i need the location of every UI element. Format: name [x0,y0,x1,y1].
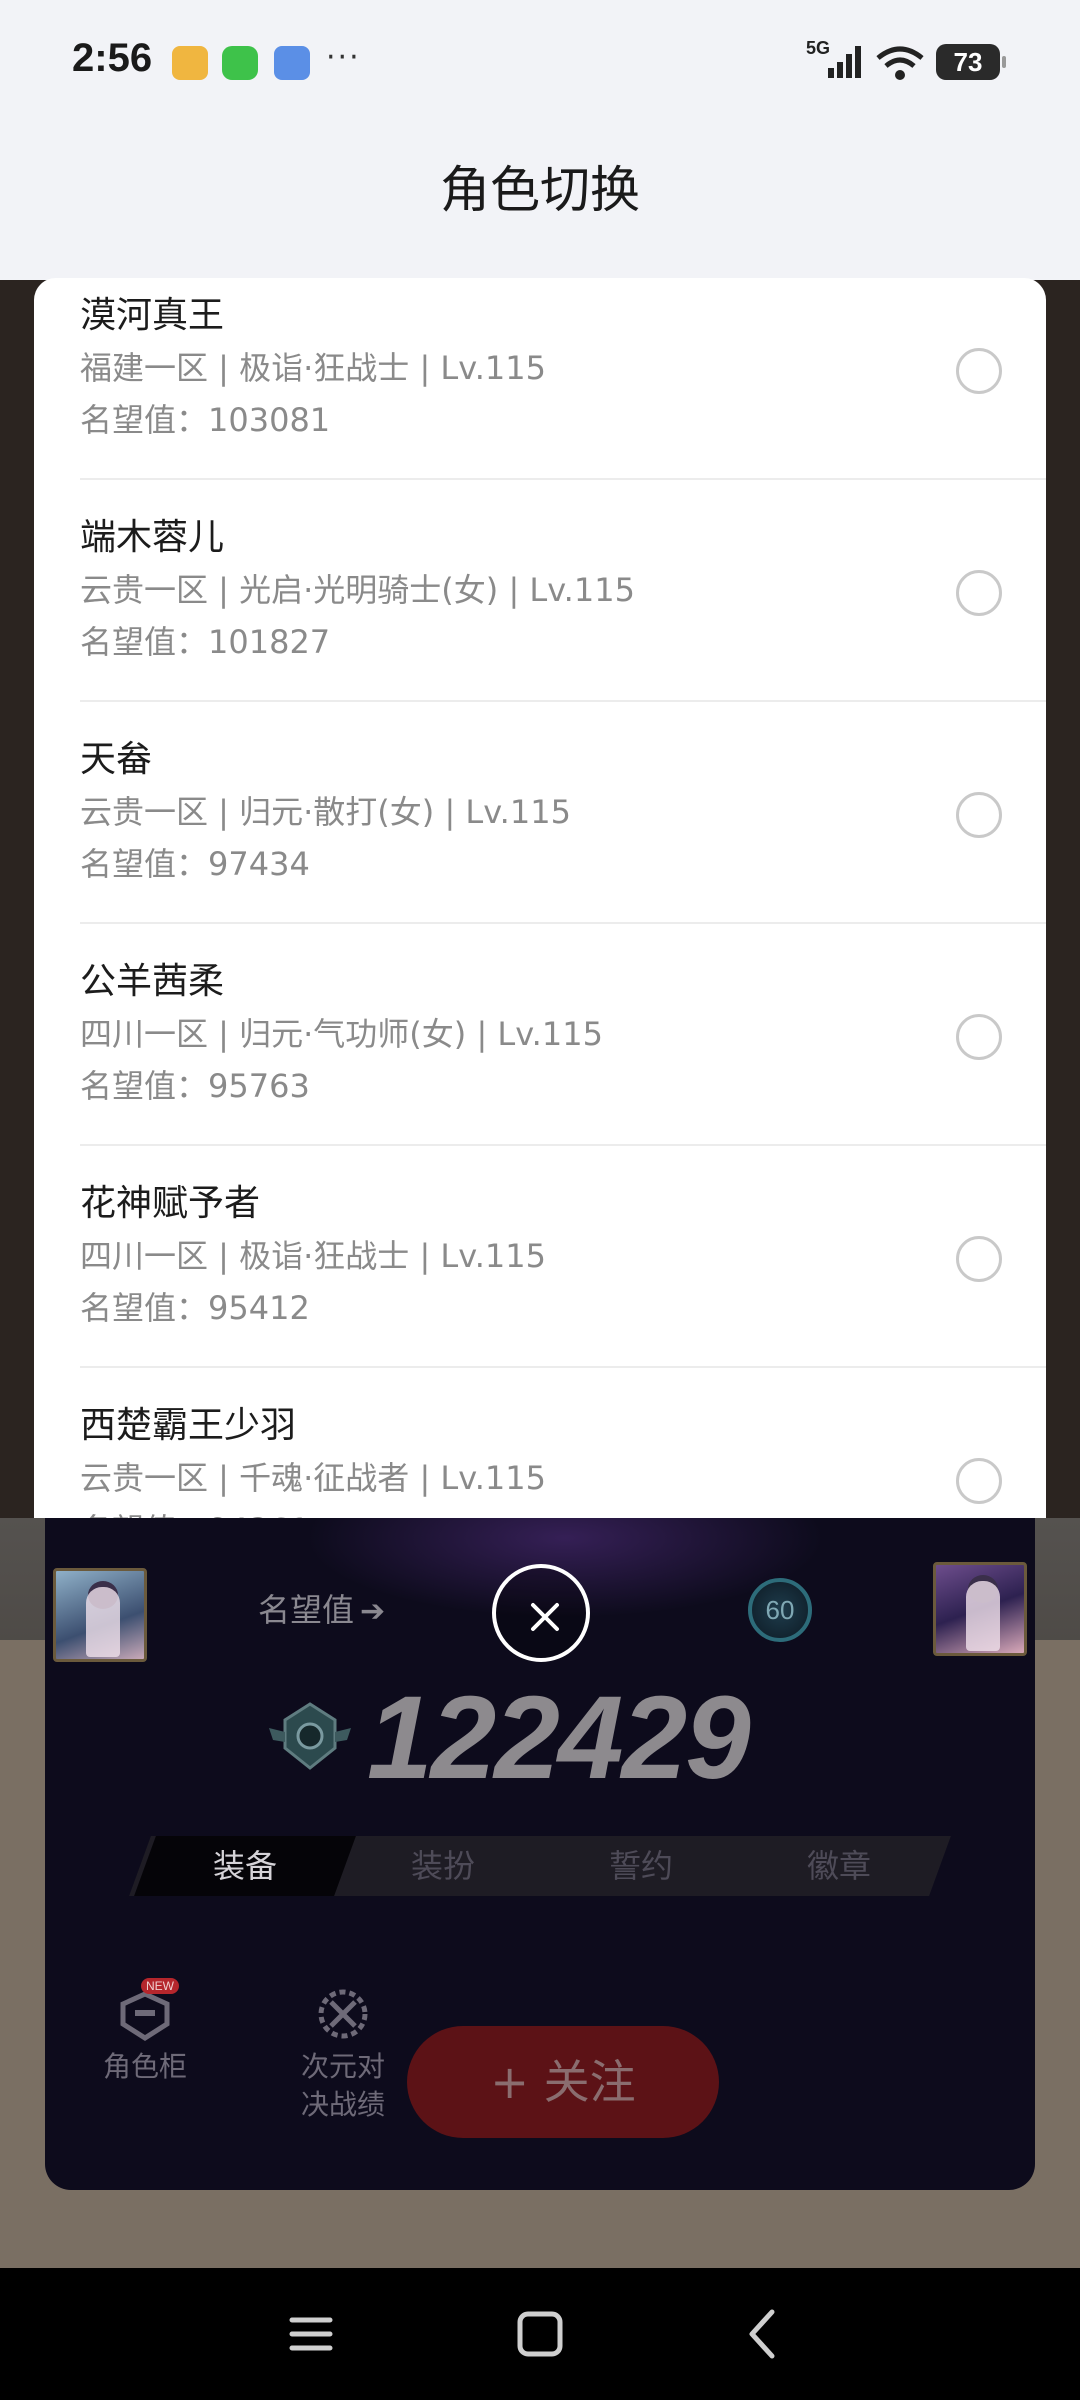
sheet-title: 角色切换 [440,161,640,219]
role-item[interactable]: 西楚霸王少羽 云贵一区 | 千魂·征战者 | Lv.115 名望值：94261 [34,1368,1046,1518]
follow-button[interactable]: + 关注 [407,2026,719,2138]
role-reputation: 名望值：94261 [80,1510,310,1518]
menu-icon[interactable] [288,2306,334,2362]
role-info: 云贵一区 | 千魂·征战者 | Lv.115 [80,1459,546,1497]
close-button[interactable] [492,1564,590,1662]
role-radio[interactable] [956,1458,1002,1504]
role-radio[interactable] [956,348,1002,394]
role-name: 公羊茜柔 [80,961,225,1002]
role-item[interactable]: 天畚 云贵一区 | 归元·散打(女) | Lv.115 名望值：97434 [34,702,1046,924]
role-info: 四川一区 | 归元·气功师(女) | Lv.115 [80,1015,603,1053]
role-info: 云贵一区 | 光启·光明骑士(女) | Lv.115 [80,571,635,609]
avatar-figure [86,1587,120,1657]
avatar-left[interactable] [53,1568,147,1662]
message-notification-icon [222,46,258,80]
role-radio[interactable] [956,1236,1002,1282]
role-reputation: 名望值：95412 [80,1289,310,1327]
tab-equipment[interactable]: 装备 [145,1836,345,1896]
role-item[interactable]: 花神赋予者 四川一区 | 极诣·狂战士 | Lv.115 名望值：95412 [34,1146,1046,1368]
tab-vow[interactable]: 誓约 [541,1836,741,1896]
role-name: 端木蓉儿 [80,517,225,558]
battery-indicator: 73 [936,44,1006,80]
role-reputation: 名望值：101827 [80,623,331,661]
role-name: 花神赋予者 [80,1183,261,1224]
home-icon[interactable] [512,2306,568,2362]
role-info: 福建一区 | 极诣·狂战士 | Lv.115 [80,349,546,387]
arrow-right-icon: ➔ [360,1595,386,1628]
role-name: 天畚 [80,739,153,780]
role-reputation: 名望值：103081 [80,401,331,439]
battle-record-icon [318,1989,368,2039]
role-info: 四川一区 | 极诣·狂战士 | Lv.115 [80,1237,546,1275]
rank-emblem-icon [265,1698,355,1778]
avatar-figure [966,1581,1000,1651]
new-badge: NEW [141,1978,179,1994]
profile-card: 名望值 ➔ 60 122429 装备 装扮 誓约 徽章 NEW 角色柜 次元对 … [45,1518,1035,2190]
system-nav-bar [0,2268,1080,2400]
wifi-icon [876,46,924,80]
battle-record-label-line2: 决战绩 [300,2088,385,2121]
reputation-label: 名望值 [258,1592,355,1628]
role-item[interactable]: 公羊茜柔 四川一区 | 归元·气功师(女) | Lv.115 名望值：95763 [34,924,1046,1146]
role-radio[interactable] [956,1014,1002,1060]
back-icon[interactable] [740,2306,786,2362]
more-notifications-icon: ··· [326,40,361,75]
reputation-value: 122429 [367,1672,751,1804]
role-cabinet-entry[interactable]: NEW 角色柜 [75,1978,215,2086]
role-cabinet-icon-wrap: NEW [75,1978,215,2048]
role-name: 西楚霸王少羽 [80,1405,297,1446]
clipboard-notification-icon [274,46,310,80]
role-radio[interactable] [956,570,1002,616]
role-name: 漠河真王 [80,295,225,336]
role-list[interactable]: 漠河真王 福建一区 | 极诣·狂战士 | Lv.115 名望值：103081 端… [34,278,1046,1518]
tab-appearance[interactable]: 装扮 [343,1836,543,1896]
battle-record-icon-wrap [273,1978,413,2048]
tab-badge[interactable]: 徽章 [739,1836,939,1896]
avatar-right[interactable] [933,1562,1027,1656]
role-item[interactable]: 漠河真王 福建一区 | 极诣·狂战士 | Lv.115 名望值：103081 [34,278,1046,480]
status-bar: 2:56 ··· 5G 73 [0,0,1080,120]
status-time: 2:56 [72,36,153,80]
role-item[interactable]: 端木蓉儿 云贵一区 | 光启·光明骑士(女) | Lv.115 名望值：1018… [34,480,1046,702]
battle-record-entry[interactable]: 次元对 决战绩 [273,1978,413,2124]
role-reputation: 名望值：97434 [80,845,310,883]
signal-icon [828,46,861,78]
role-reputation: 名望值：95763 [80,1067,310,1105]
level-badge: 60 [748,1578,812,1642]
app-notification-icon [172,46,208,80]
role-radio[interactable] [956,792,1002,838]
role-cabinet-label: 角色柜 [102,2050,187,2083]
close-icon [531,1603,559,1631]
reputation-label-link[interactable]: 名望值 ➔ [258,1588,385,1632]
battle-record-label-line1: 次元对 [300,2050,385,2083]
role-info: 云贵一区 | 归元·散打(女) | Lv.115 [80,793,571,831]
